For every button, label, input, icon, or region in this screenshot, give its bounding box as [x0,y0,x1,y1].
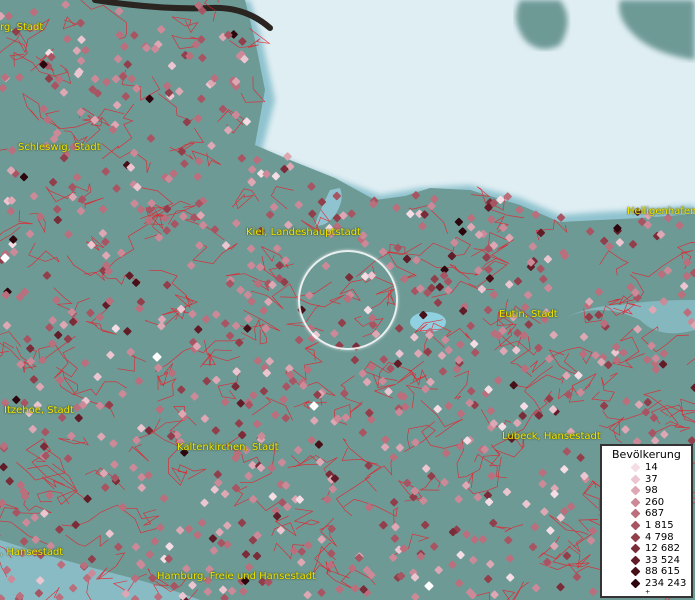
legend-swatch [630,497,641,508]
legend-swatch [630,520,641,531]
legend-label: 1 815 [645,519,674,531]
legend-item: 1 815 [602,520,691,532]
legend-item: 260 [602,497,691,509]
legend-item: 687 [602,508,691,520]
place-label-kaltenkirchen: Kaltenkirchen, Stadt [177,442,279,453]
place-label-luebeck: Lübeck, Hansestadt [502,431,601,442]
legend-swatch [630,566,641,577]
legend-swatch [630,462,641,473]
legend-swatch [630,474,641,485]
place-label-eutin: Eutin, Stadt [499,309,558,320]
legend-item: 37 [602,474,691,486]
legend-swatch [630,543,641,554]
legend-swatch [630,485,641,496]
legend-label: 260 [645,496,665,508]
legend-label: 37 [645,473,658,485]
legend-items: 14 37 98 260 687 1 815 4 798 12 682 33 524 88 615… [602,462,691,600]
legend-swatch [630,532,641,543]
legend-label: 687 [645,508,665,520]
legend-label: 12 682 [645,543,680,555]
legend-item: 14 [602,462,691,474]
legend-title: Bevölkerung [612,448,681,461]
place-label-kiel: Kiel, Landeshauptstadt [246,227,361,238]
place-label-hamburg: Hamburg, Freie und Hansestadt [157,571,316,582]
legend-swatch [630,578,641,589]
legend-item: 12 682 [602,543,691,555]
legend-label: 33 524 [645,554,680,566]
legend-item: 234 243 ⁺ [602,578,691,600]
legend-item: 88 615 [602,566,691,578]
legend-label: 234 243 ⁺ [645,577,687,600]
legend-item: 4 798 [602,532,691,544]
legend-item: 33 524 [602,555,691,567]
place-label-hansestadt: , Hansestadt [0,547,64,558]
legend-swatch [630,555,641,566]
legend-swatch [630,508,641,519]
place-label-rg: rg, Stadt [0,22,44,33]
map-canvas[interactable]: rg, Stadt Schleswig, Stadt Kiel, Landesh… [0,0,695,600]
legend-label: 98 [645,485,658,497]
legend-label: 14 [645,462,658,473]
place-label-schleswig: Schleswig, Stadt [18,142,101,153]
place-label-itzehoe: Itzehoe, Stadt [4,405,74,416]
place-label-heiligenhafen: Heiligenhafen, [627,206,695,217]
population-legend: Bevölkerung 14 37 98 260 687 1 815 4 798 12 682… [600,444,693,600]
legend-label: 4 798 [645,531,674,543]
legend-label: 88 615 [645,566,680,578]
legend-item: 98 [602,485,691,497]
focus-ring [298,250,398,350]
